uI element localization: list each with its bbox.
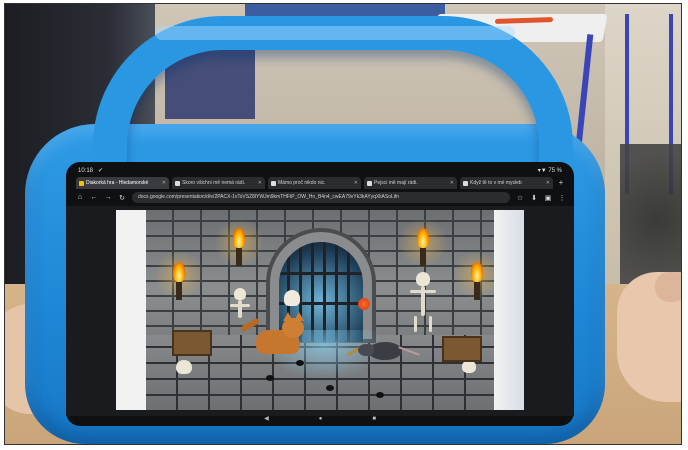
torch [176, 280, 182, 300]
slides-icon [79, 180, 84, 186]
home-icon[interactable]: ⌂ [76, 194, 84, 201]
cat-ear [294, 312, 304, 321]
gate-crossbar [279, 272, 363, 275]
check-icon: ✔ [98, 168, 104, 174]
flame-icon [233, 228, 245, 248]
bone [414, 316, 417, 332]
gate-bar [323, 242, 326, 342]
torch [420, 246, 426, 266]
close-icon[interactable]: ✕ [354, 177, 358, 189]
flame-icon [173, 262, 185, 282]
treasure-chest [172, 330, 212, 356]
flame-icon [417, 228, 429, 248]
cat-ear [283, 312, 293, 321]
flame-icon [471, 262, 483, 282]
close-icon[interactable]: ✕ [258, 177, 262, 189]
cat-head [282, 318, 304, 338]
handle-highlight [155, 26, 515, 40]
bone [230, 304, 250, 307]
forward-icon[interactable]: → [104, 194, 112, 201]
tab-title: Mámo proč nikdo nic. [278, 180, 326, 186]
torch [236, 246, 242, 266]
spider-icon [376, 392, 384, 398]
bone [238, 300, 242, 318]
dungeon-illustration[interactable] [146, 210, 494, 410]
skull-icon [234, 288, 246, 300]
spider-icon [296, 360, 304, 366]
slide-margin-left [116, 210, 146, 410]
forms-icon [367, 180, 372, 186]
tab-5[interactable]: Když tě to v mé mysleb ✕ [460, 177, 553, 189]
bone [410, 290, 436, 293]
gate-bar [311, 242, 314, 342]
spider-icon [266, 375, 274, 381]
tab-3[interactable]: Mámo proč nikdo nic. ✕ [268, 177, 361, 189]
back-icon[interactable]: ← [90, 194, 98, 201]
rat-head [358, 344, 374, 356]
tab-1[interactable]: Diakorká hra - Hledamorské ✕ [76, 177, 169, 189]
treasure-chest [442, 336, 482, 362]
nav-home-icon[interactable]: ● [319, 414, 323, 424]
close-icon[interactable]: ✕ [162, 177, 166, 189]
photo: 10:18 ✔ ▾▼ 75 % Diakorká hra - Hledamors… [4, 3, 682, 445]
red-creature [358, 298, 370, 310]
ghost-icon [284, 290, 300, 306]
tab-2[interactable]: Skoro všichni mě nemá rádi. ✕ [172, 177, 265, 189]
slide-viewer [66, 206, 574, 416]
cat [239, 312, 308, 356]
tab-title: Pejsci mě mají rádi. [374, 180, 418, 186]
forms-icon [271, 180, 276, 186]
battery-status: ▾▼ 75 % [537, 168, 562, 174]
slide-margin-right [494, 210, 524, 410]
menu-icon[interactable]: ⋮ [558, 194, 566, 202]
tablet-screen: 10:18 ✔ ▾▼ 75 % Diakorká hra - Hledamors… [66, 162, 574, 426]
gate-bar [347, 242, 350, 342]
status-time: 10:18 [78, 168, 94, 174]
gate-bar [335, 242, 338, 342]
skull-icon [416, 272, 430, 286]
nav-recents-icon[interactable]: ■ [372, 414, 376, 424]
bone [429, 316, 432, 332]
right-knuckle [655, 272, 681, 302]
tab-strip: Diakorká hra - Hledamorské ✕ Skoro všich… [76, 177, 566, 189]
tablet-case-handle [93, 16, 573, 186]
android-nav-bar: ◀ ● ■ [66, 414, 574, 424]
reload-icon[interactable]: ↻ [118, 194, 126, 202]
download-icon[interactable]: ⬇ [530, 194, 538, 202]
tab-title: Skoro všichni mě nemá rádi. [182, 180, 246, 186]
status-bar: 10:18 ✔ ▾▼ 75 % [78, 166, 562, 176]
tabs-icon[interactable]: ▣ [544, 194, 552, 202]
forms-icon [463, 180, 468, 186]
torch [474, 280, 480, 300]
forms-icon [175, 180, 180, 186]
spider-icon [326, 385, 334, 391]
tab-title: Diakorká hra - Hledamorské [86, 180, 149, 186]
close-icon[interactable]: ✕ [450, 177, 454, 189]
new-tab-button[interactable]: + [556, 177, 566, 189]
star-icon[interactable]: ☆ [516, 194, 524, 202]
skull-icon [176, 360, 192, 374]
tab-title: Když tě to v mé mysleb [470, 180, 522, 186]
close-icon[interactable]: ✕ [546, 177, 550, 189]
address-bar[interactable]: docs.google.com/presentation/d/e/2PACX-1… [132, 192, 510, 203]
rat [358, 336, 420, 362]
browser-toolbar: ⌂ ← → ↻ docs.google.com/presentation/d/e… [76, 191, 566, 204]
nav-back-icon[interactable]: ◀ [264, 414, 269, 424]
tab-4[interactable]: Pejsci mě mají rádi. ✕ [364, 177, 457, 189]
